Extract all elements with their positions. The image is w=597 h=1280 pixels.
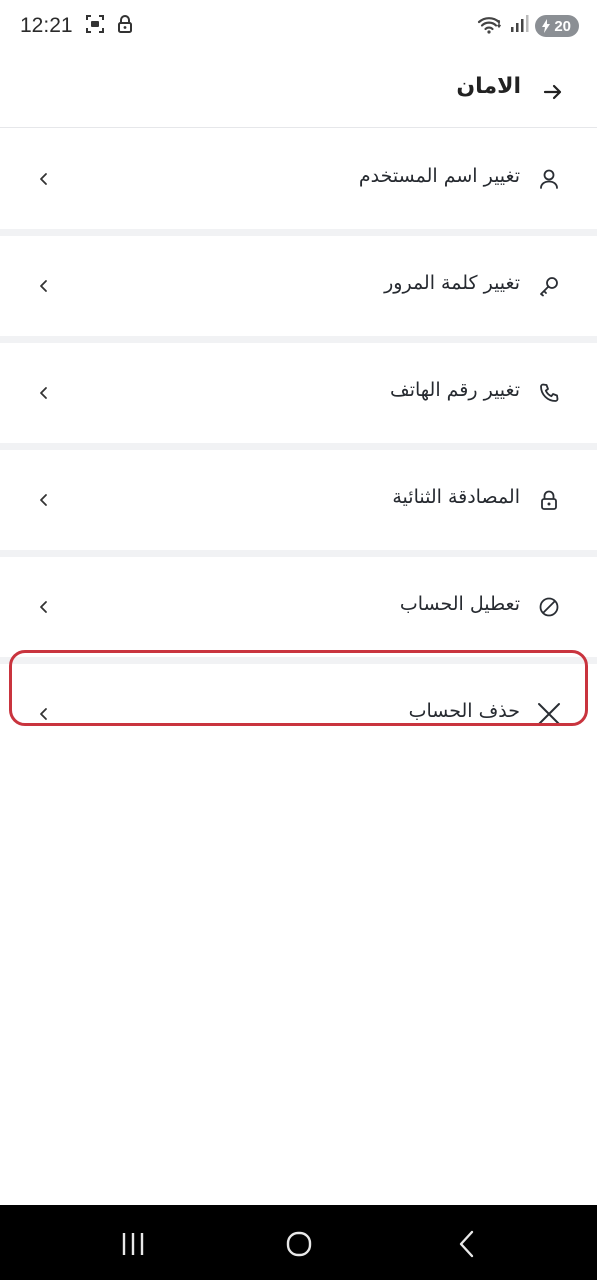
arrow-right-icon	[543, 84, 562, 100]
navigation-bar	[0, 1205, 597, 1280]
divider	[0, 336, 597, 343]
app-header: الامان	[0, 56, 597, 128]
battery-level: 20	[554, 17, 571, 35]
close-icon	[537, 702, 561, 726]
chevron-left-icon	[36, 492, 52, 508]
key-icon	[537, 274, 561, 298]
recents-icon	[122, 1233, 144, 1255]
status-time: 12:21	[20, 14, 73, 37]
back-button[interactable]	[539, 78, 567, 106]
divider	[0, 229, 597, 236]
menu-item-disable-account[interactable]: تعطيل الحساب	[0, 557, 597, 657]
menu-item-delete-account[interactable]: حذف الحساب	[0, 664, 597, 764]
divider	[0, 550, 597, 557]
ban-icon	[537, 595, 561, 619]
lock-icon	[537, 488, 561, 512]
battery-icon: 20	[535, 15, 579, 37]
status-bar: 12:21 20	[0, 0, 597, 56]
chevron-left-icon	[36, 171, 52, 187]
chevron-left-icon	[36, 706, 52, 722]
menu-item-label: تغيير رقم الهاتف	[390, 379, 520, 401]
home-icon	[286, 1231, 312, 1257]
divider	[0, 657, 597, 664]
signal-icon	[509, 14, 529, 38]
chevron-left-icon	[36, 385, 52, 401]
menu-item-label: تعطيل الحساب	[399, 593, 520, 615]
phone-icon	[537, 381, 561, 405]
menu-item-change-password[interactable]: تغيير كلمة المرور	[0, 236, 597, 336]
menu-item-change-phone[interactable]: تغيير رقم الهاتف	[0, 343, 597, 443]
lock-status-icon	[117, 14, 133, 38]
nav-back-button[interactable]	[452, 1229, 482, 1259]
chevron-left-icon	[36, 278, 52, 294]
menu-item-label: تغيير اسم المستخدم	[358, 165, 520, 187]
home-button[interactable]	[284, 1229, 314, 1259]
chevron-left-icon	[36, 599, 52, 615]
user-icon	[537, 167, 561, 191]
recents-button[interactable]	[118, 1229, 148, 1259]
screenshot-icon	[85, 14, 105, 38]
menu-item-label: المصادقة الثنائية	[392, 486, 520, 508]
security-menu: تغيير اسم المستخدم تغيير كلمة المرور تغي…	[0, 129, 597, 764]
wifi-icon	[477, 14, 503, 38]
page-title: الامان	[456, 74, 521, 99]
menu-item-two-factor-auth[interactable]: المصادقة الثنائية	[0, 450, 597, 550]
menu-item-label: حذف الحساب	[408, 700, 520, 722]
back-icon	[459, 1230, 474, 1258]
menu-item-change-username[interactable]: تغيير اسم المستخدم	[0, 129, 597, 229]
divider	[0, 443, 597, 450]
menu-item-label: تغيير كلمة المرور	[384, 272, 520, 294]
